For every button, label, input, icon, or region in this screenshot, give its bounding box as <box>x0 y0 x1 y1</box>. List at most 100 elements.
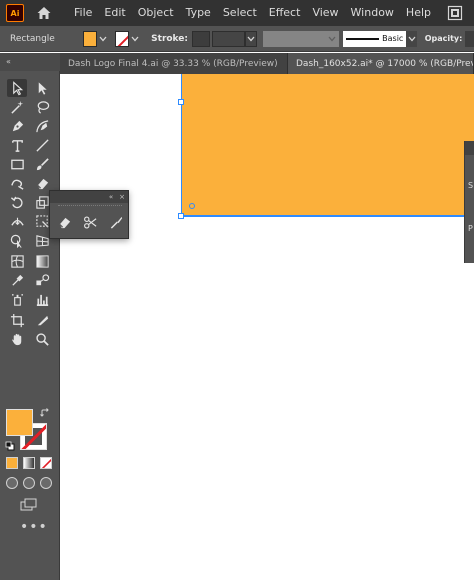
tab-dash-logo-final[interactable]: Dash Logo Final 4.ai @ 33.33 % (RGB/Prev… <box>60 53 288 74</box>
brush-dropdown[interactable] <box>406 30 417 47</box>
direct-selection-tool[interactable] <box>32 79 52 97</box>
home-icon[interactable] <box>34 3 54 23</box>
fill-color-swatch[interactable] <box>82 30 97 47</box>
column-graph-tool[interactable] <box>32 290 52 308</box>
lasso-tool[interactable] <box>32 98 52 116</box>
stroke-weight-stepper[interactable] <box>192 30 210 47</box>
rectangle-icon <box>10 159 24 169</box>
flyout-scissors-tool[interactable] <box>80 213 100 231</box>
eraser-tools-flyout: « × <box>49 190 129 239</box>
properties-panel-edge: S P <box>464 141 474 263</box>
mesh-tool[interactable] <box>7 252 27 270</box>
menu-edit[interactable]: Edit <box>98 0 131 26</box>
magnifier-icon <box>35 332 49 346</box>
edit-toolbar-button[interactable]: ••• <box>20 520 47 534</box>
artboard-tool[interactable] <box>7 311 27 329</box>
document-tabs: Dash Logo Final 4.ai @ 33.33 % (RGB/Prev… <box>60 53 474 74</box>
type-tool[interactable] <box>7 136 27 154</box>
scissors-icon <box>83 216 96 228</box>
swap-fill-stroke-icon[interactable] <box>40 408 50 418</box>
fill-color-box[interactable] <box>6 409 33 436</box>
menu-items: File Edit Object Type Select Effect View… <box>68 0 437 26</box>
width-tool[interactable] <box>7 212 27 230</box>
line-segment-icon <box>35 138 49 152</box>
shaper-tool[interactable] <box>7 174 27 192</box>
width-icon <box>10 217 24 226</box>
stroke-dropdown[interactable] <box>129 30 141 48</box>
collapse-icon[interactable]: « <box>109 193 113 201</box>
menu-select[interactable]: Select <box>217 0 263 26</box>
line-segment-tool[interactable] <box>32 136 52 154</box>
menu-effect[interactable]: Effect <box>263 0 307 26</box>
direct-selection-arrow-icon <box>38 81 47 95</box>
eyedropper-tool[interactable] <box>7 271 27 289</box>
menu-help[interactable]: Help <box>400 0 437 26</box>
default-fill-stroke-icon[interactable] <box>5 441 15 451</box>
opacity-field[interactable] <box>465 30 474 47</box>
rectangle-tool[interactable] <box>7 155 27 173</box>
brush-definition[interactable]: Basic <box>343 30 407 47</box>
opacity-label: Opacity: <box>424 34 463 43</box>
tab-dash-160x52[interactable]: Dash_160x52.ai* @ 17000 % (RGB/Preview) <box>288 53 474 74</box>
draw-inside-button[interactable] <box>40 477 52 489</box>
shape-builder-tool[interactable] <box>7 231 27 249</box>
bounding-box-handle-bottom-left[interactable] <box>178 213 184 219</box>
zoom-tool[interactable] <box>32 330 52 348</box>
magic-wand-tool[interactable] <box>7 98 27 116</box>
bounding-box-handle-left-middle[interactable] <box>178 99 184 105</box>
selection-tool[interactable] <box>7 79 27 97</box>
color-mode-button[interactable] <box>6 457 18 469</box>
selected-rectangle[interactable] <box>181 74 474 216</box>
stroke-weight-field[interactable] <box>211 30 245 47</box>
flyout-header[interactable]: « × <box>50 191 128 203</box>
curvature-tool[interactable] <box>32 117 52 135</box>
menu-type[interactable]: Type <box>180 0 217 26</box>
draw-behind-button[interactable] <box>23 477 35 489</box>
curvature-pen-icon <box>35 119 48 132</box>
hand-tool[interactable] <box>7 330 27 348</box>
draw-normal-button[interactable] <box>6 477 18 489</box>
menu-view[interactable]: View <box>306 0 344 26</box>
chevron-down-icon <box>247 36 255 41</box>
chevron-down-icon <box>328 36 336 41</box>
none-mode-button[interactable] <box>40 457 52 469</box>
variable-width-profile[interactable] <box>262 30 340 47</box>
tab-label: Dash_160x52.ai* @ 17000 % (RGB/Preview) <box>296 58 473 69</box>
gradient-mode-button[interactable] <box>23 457 35 469</box>
app-logo-text: Ai <box>10 8 20 18</box>
properties-panel-header[interactable] <box>465 141 474 155</box>
flyout-tools <box>54 213 126 231</box>
rotate-tool[interactable] <box>7 193 27 211</box>
flyout-knife-tool[interactable] <box>106 213 126 231</box>
collapse-icon[interactable]: « <box>6 57 11 66</box>
tab-label: Dash Logo Final 4.ai @ 33.33 % (RGB/Prev… <box>68 58 278 69</box>
stroke-color-swatch[interactable] <box>115 30 130 47</box>
perspective-grid-icon <box>35 234 49 247</box>
gradient-tool[interactable] <box>32 252 52 270</box>
fill-dropdown[interactable] <box>97 30 109 48</box>
none-slash-icon <box>41 458 51 468</box>
control-bar: Rectangle Stroke: Basic Opacity: <box>0 26 474 52</box>
slice-tool[interactable] <box>32 311 52 329</box>
menu-bar: Ai File Edit Object Type Select Effect V… <box>0 0 474 26</box>
selection-bounding-edge <box>181 216 474 217</box>
brush-name: Basic <box>382 34 404 43</box>
menu-window[interactable]: Window <box>345 0 400 26</box>
paintbrush-tool[interactable] <box>32 155 52 173</box>
menu-file[interactable]: File <box>68 0 98 26</box>
blend-tool[interactable] <box>32 271 52 289</box>
free-transform-icon <box>35 214 49 228</box>
flyout-eraser-tool[interactable] <box>54 213 74 231</box>
gradient-icon <box>35 254 49 268</box>
arrange-documents-icon[interactable] <box>447 5 463 21</box>
menu-object[interactable]: Object <box>132 0 180 26</box>
close-icon[interactable]: × <box>119 193 125 201</box>
live-corner-widget[interactable] <box>189 203 195 209</box>
pen-tool[interactable] <box>7 117 27 135</box>
change-screen-mode-button[interactable] <box>20 498 38 512</box>
tools-panel-header[interactable]: « <box>0 53 60 71</box>
brush-stroke-preview <box>346 37 380 40</box>
stroke-weight-dropdown[interactable] <box>244 30 257 47</box>
symbol-sprayer-tool[interactable] <box>7 290 27 308</box>
knife-icon <box>110 216 122 229</box>
